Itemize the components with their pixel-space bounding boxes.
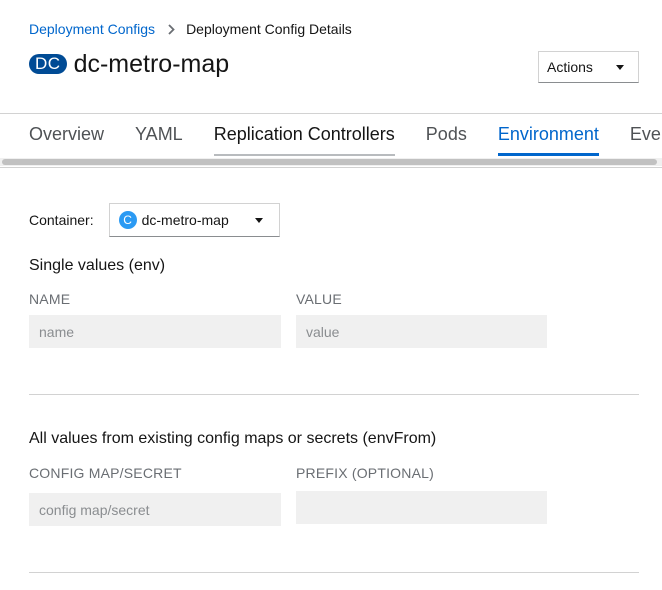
tab-environment[interactable]: Environment bbox=[497, 114, 599, 156]
actions-label: Actions bbox=[547, 59, 593, 75]
breadcrumb-link-deployment-configs[interactable]: Deployment Configs bbox=[29, 21, 155, 37]
prefix-input[interactable] bbox=[296, 491, 547, 524]
caret-down-icon bbox=[254, 217, 263, 223]
tab-yaml[interactable]: YAML bbox=[135, 114, 183, 156]
env-name-input[interactable]: name bbox=[29, 315, 281, 348]
resource-badge: DC bbox=[29, 54, 67, 74]
value-column-header: VALUE bbox=[296, 291, 342, 307]
configmap-column-header: CONFIG MAP/SECRET bbox=[29, 465, 182, 481]
tab-events[interactable]: Events bbox=[630, 114, 662, 156]
page-title: dc-metro-map bbox=[73, 50, 230, 78]
tab-bar: Overview YAML Replication Controllers Po… bbox=[0, 113, 662, 168]
name-column-header: NAME bbox=[29, 291, 71, 307]
container-label: Container: bbox=[29, 212, 94, 228]
container-icon: C bbox=[118, 211, 137, 229]
env-from-title: All values from existing config maps or … bbox=[29, 430, 437, 447]
chevron-right-icon bbox=[168, 23, 175, 35]
breadcrumb: Deployment Configs Deployment Config Det… bbox=[29, 21, 352, 37]
actions-dropdown[interactable]: Actions bbox=[538, 51, 639, 83]
tab-scrollbar-thumb[interactable] bbox=[2, 159, 657, 165]
breadcrumb-current: Deployment Config Details bbox=[186, 21, 352, 37]
caret-down-icon bbox=[616, 64, 624, 70]
tab-replication-controllers[interactable]: Replication Controllers bbox=[213, 114, 395, 156]
section-divider bbox=[29, 572, 639, 573]
container-dropdown[interactable]: C dc-metro-map bbox=[108, 203, 280, 237]
container-selected-value: dc-metro-map bbox=[141, 212, 229, 228]
environment-panel: Container: C dc-metro-map Single values … bbox=[0, 168, 662, 590]
configmap-secret-select[interactable]: config map/secret bbox=[29, 493, 281, 526]
tab-scrollbar[interactable] bbox=[0, 158, 662, 166]
tab-list: Overview YAML Replication Controllers Po… bbox=[29, 114, 662, 156]
tab-pods[interactable]: Pods bbox=[426, 114, 467, 156]
container-selector-row: Container: C dc-metro-map bbox=[29, 203, 280, 237]
prefix-column-header: PREFIX (OPTIONAL) bbox=[296, 465, 434, 481]
env-value-input[interactable]: value bbox=[296, 315, 547, 348]
single-values-title: Single values (env) bbox=[29, 257, 166, 274]
section-divider bbox=[29, 394, 639, 395]
tab-overview[interactable]: Overview bbox=[29, 114, 104, 156]
page-header: DC dc-metro-map bbox=[29, 49, 229, 79]
